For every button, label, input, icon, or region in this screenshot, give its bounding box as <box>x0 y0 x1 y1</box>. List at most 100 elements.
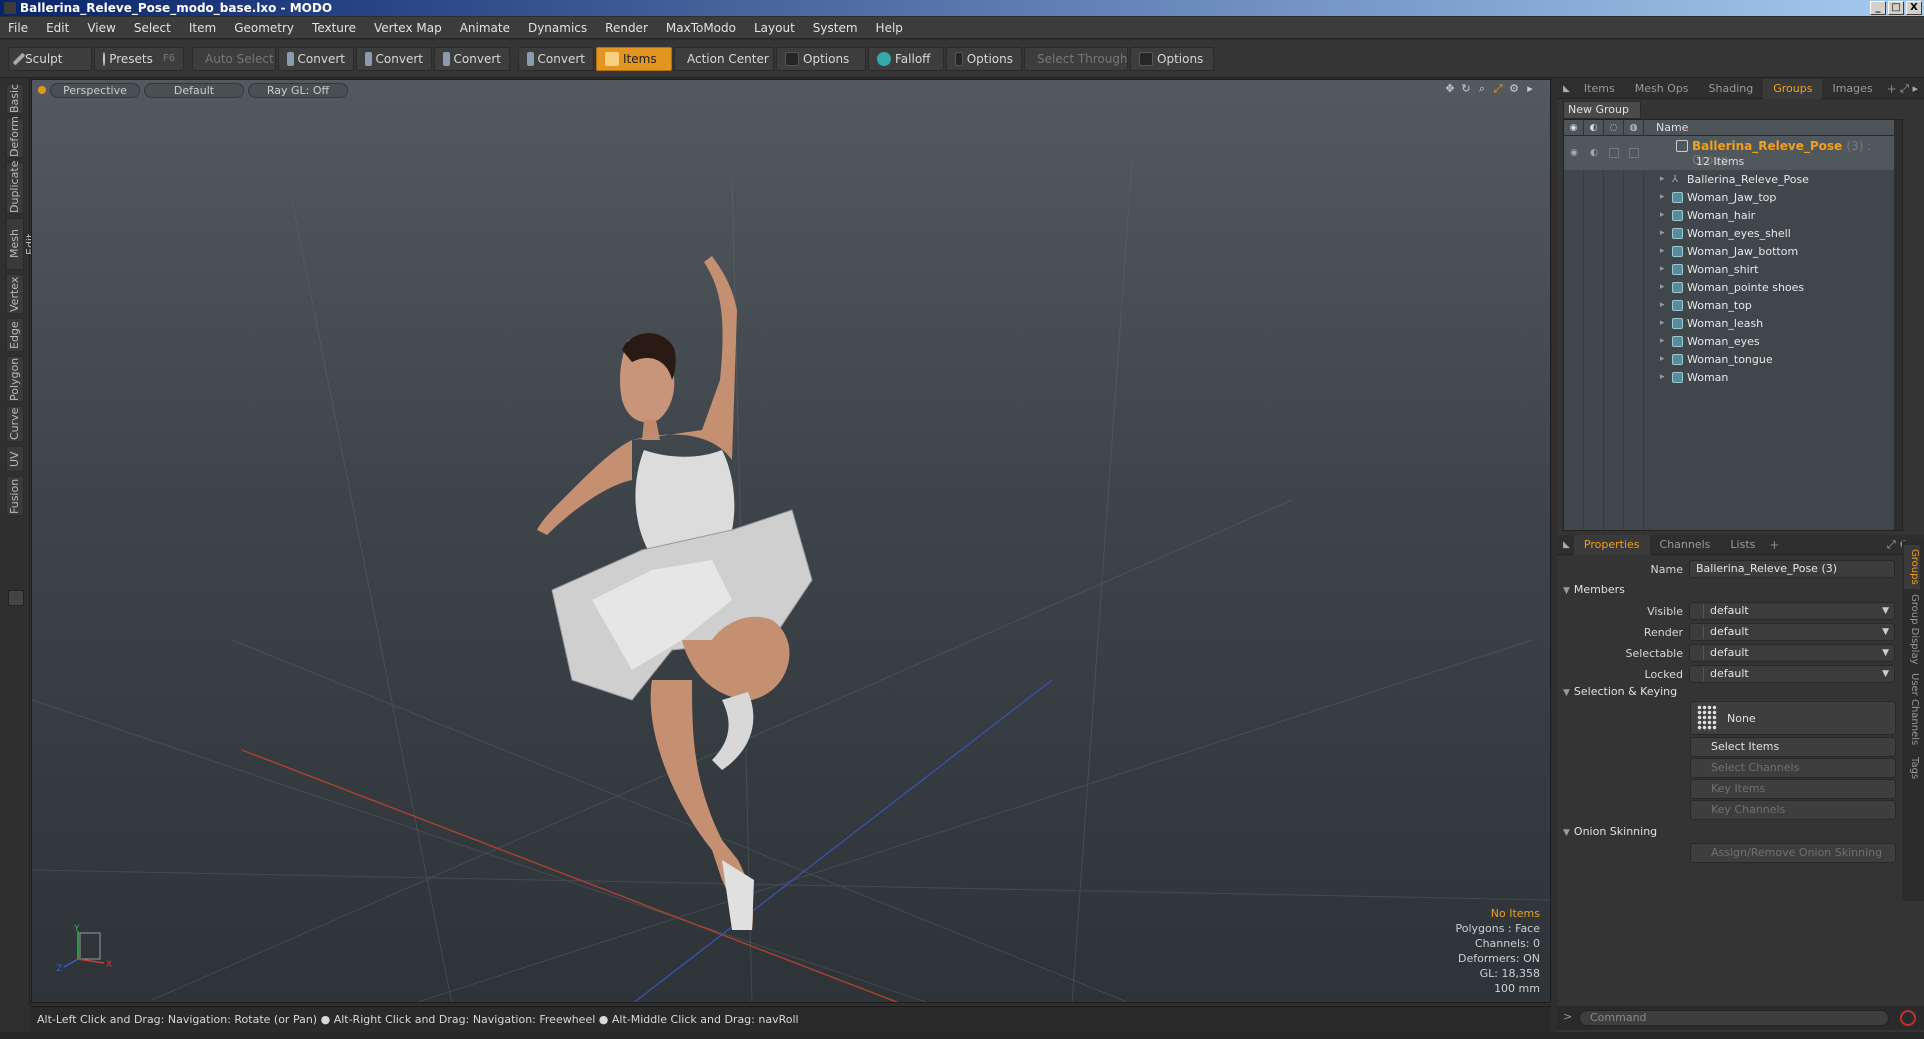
action-center-button[interactable]: Action Center <box>674 46 774 71</box>
locked-dropdown[interactable]: default ▼ <box>1689 665 1895 683</box>
name-column-header[interactable]: Name <box>1644 121 1688 134</box>
menu-render[interactable]: Render <box>605 21 648 35</box>
menu-system[interactable]: System <box>813 21 858 35</box>
tab-deform[interactable]: Deform <box>6 116 24 158</box>
expand-icon[interactable]: ▸ <box>1660 228 1668 238</box>
menu-item[interactable]: Item <box>189 21 216 35</box>
convert-button-2[interactable]: Convert <box>356 46 432 71</box>
list-item[interactable]: ▸ Woman_leash <box>1660 314 1763 332</box>
tab-basic[interactable]: Basic <box>6 84 24 114</box>
left-panel-toggle[interactable] <box>8 590 24 606</box>
menu-geometry[interactable]: Geometry <box>234 21 294 35</box>
3d-viewport[interactable]: Perspective Default Ray GL: Off ✥ ↻ ⌕ ⤢ … <box>31 79 1551 1003</box>
command-input[interactable]: Command <box>1579 1010 1889 1026</box>
expand-icon[interactable]: ▸ <box>1660 282 1668 292</box>
close-button[interactable]: X <box>1906 1 1922 15</box>
menu-layout[interactable]: Layout <box>754 21 795 35</box>
menu-edit[interactable]: Edit <box>46 21 69 35</box>
key-channels-button[interactable]: Key Channels <box>1690 800 1896 820</box>
members-section[interactable]: ▼ Members <box>1563 583 1625 596</box>
menu-dynamics[interactable]: Dynamics <box>528 21 587 35</box>
new-group-button[interactable]: New Group <box>1563 101 1641 119</box>
tab-edge[interactable]: Edge <box>6 318 24 352</box>
tab-groups[interactable]: Groups <box>1763 78 1823 99</box>
assign-onion-skinning-button[interactable]: Assign/Remove Onion Skinning <box>1690 843 1896 863</box>
group-select-icon[interactable] <box>1609 148 1619 158</box>
onion-skinning-section[interactable]: ▼ Onion Skinning <box>1563 825 1657 838</box>
menu-view[interactable]: View <box>87 21 115 35</box>
tab-items[interactable]: Items <box>1574 79 1625 99</box>
select-through-button[interactable]: Select Through <box>1024 46 1128 71</box>
menu-help[interactable]: Help <box>876 21 903 35</box>
group-lock-icon[interactable] <box>1629 148 1639 158</box>
view-mode-dropdown[interactable]: Perspective <box>50 82 140 98</box>
tab-duplicate[interactable]: Duplicate <box>6 161 24 214</box>
tab-mesh-ops[interactable]: Mesh Ops <box>1625 79 1699 99</box>
lock-col-icon[interactable]: ◍ <box>1624 119 1644 136</box>
list-item[interactable]: ▸ Woman_shirt <box>1660 260 1758 278</box>
menu-select[interactable]: Select <box>134 21 171 35</box>
group-render-icon[interactable]: ◐ <box>1589 148 1599 158</box>
panel-options-icon[interactable]: ⤢ ▸ <box>1900 82 1918 96</box>
expand-arrow-icon[interactable]: ▸ <box>1524 83 1536 95</box>
expand-icon[interactable]: ▸ <box>1660 372 1668 382</box>
record-icon[interactable] <box>1900 1010 1916 1026</box>
list-item[interactable]: ▸ Woman_eyes_shell <box>1660 224 1791 242</box>
add-props-tab-icon[interactable]: + <box>1769 538 1779 552</box>
side-tab-user-channels[interactable]: User Channels <box>1904 671 1920 747</box>
select-channels-button[interactable]: Select Channels <box>1690 758 1896 778</box>
shading-mode-dropdown[interactable]: Default <box>144 82 244 98</box>
group-row[interactable]: ◉ ◐ Ballerina_Releve_Pose (3) : Group 12… <box>1564 136 1902 170</box>
list-item[interactable]: ▸ Woman_Jaw_bottom <box>1660 242 1798 260</box>
expand-icon[interactable]: ▸ <box>1660 210 1668 220</box>
visibility-col-icon[interactable]: ◉ <box>1564 119 1584 136</box>
side-tab-tags[interactable]: Tags <box>1904 753 1920 783</box>
minimize-button[interactable]: _ <box>1870 1 1886 15</box>
options-button-3[interactable]: Options <box>1130 46 1214 71</box>
tab-mesh-edit[interactable]: Mesh Edit <box>6 218 37 270</box>
auto-select-button[interactable]: Auto Select <box>192 46 276 71</box>
tree-scrollbar[interactable] <box>1894 120 1902 530</box>
tab-vertex[interactable]: Vertex <box>6 274 24 314</box>
tab-polygon[interactable]: Polygon <box>6 356 24 402</box>
sculpt-button[interactable]: Sculpt <box>8 46 92 71</box>
side-tab-groups[interactable]: Groups <box>1904 545 1920 589</box>
zoom-icon[interactable]: ⌕ <box>1476 83 1488 95</box>
expand-icon[interactable]: ▸ <box>1660 246 1668 256</box>
expand-icon[interactable]: ▸ <box>1660 318 1668 328</box>
convert-button-3[interactable]: Convert <box>434 46 510 71</box>
tab-properties[interactable]: Properties <box>1573 534 1650 555</box>
render-col-icon[interactable]: ◐ <box>1584 119 1604 136</box>
items-mode-button[interactable]: Items <box>596 46 672 71</box>
selection-keying-section[interactable]: ▼ Selection & Keying <box>1563 685 1677 698</box>
menu-file[interactable]: File <box>8 21 28 35</box>
select-items-button[interactable]: Select Items <box>1690 737 1896 757</box>
list-item[interactable]: ▸ Woman_pointe shoes <box>1660 278 1804 296</box>
select-col-icon[interactable]: ◌ <box>1604 119 1624 136</box>
command-history-icon[interactable]: > <box>1563 1010 1572 1023</box>
presets-button[interactable]: Presets F6 <box>94 46 184 71</box>
expand-icon[interactable]: ▸ <box>1660 192 1668 202</box>
list-item[interactable]: ▸ Woman_eyes <box>1660 332 1760 350</box>
tab-fusion[interactable]: Fusion <box>6 476 24 516</box>
render-dropdown[interactable]: default ▼ <box>1689 623 1895 641</box>
list-item[interactable]: ▸ Woman_tongue <box>1660 350 1773 368</box>
menu-maxtomodo[interactable]: MaxToModo <box>666 21 736 35</box>
maximize-button[interactable]: □ <box>1888 1 1904 15</box>
menu-vertex-map[interactable]: Vertex Map <box>374 21 442 35</box>
expand-icon[interactable]: ▸ <box>1660 300 1668 310</box>
add-tab-icon[interactable]: + <box>1887 82 1897 96</box>
tab-curve[interactable]: Curve <box>6 406 24 442</box>
selectable-dropdown[interactable]: default ▼ <box>1689 644 1895 662</box>
visible-dropdown[interactable]: default ▼ <box>1689 602 1895 620</box>
list-item[interactable]: ▸ Woman_hair <box>1660 206 1755 224</box>
none-selection-button[interactable]: None <box>1690 701 1896 735</box>
gear-icon[interactable]: ⚙ <box>1508 83 1520 95</box>
falloff-button[interactable]: Falloff <box>868 46 944 71</box>
list-item[interactable]: ▸ Woman_Jaw_top <box>1660 188 1776 206</box>
tab-lists[interactable]: Lists <box>1720 535 1765 555</box>
expand-icon[interactable]: ▸ <box>1660 354 1668 364</box>
convert-button-1[interactable]: Convert <box>278 46 354 71</box>
raygl-toggle[interactable]: Ray GL: Off <box>248 82 348 98</box>
expand-icon[interactable]: ▸ <box>1660 336 1668 346</box>
